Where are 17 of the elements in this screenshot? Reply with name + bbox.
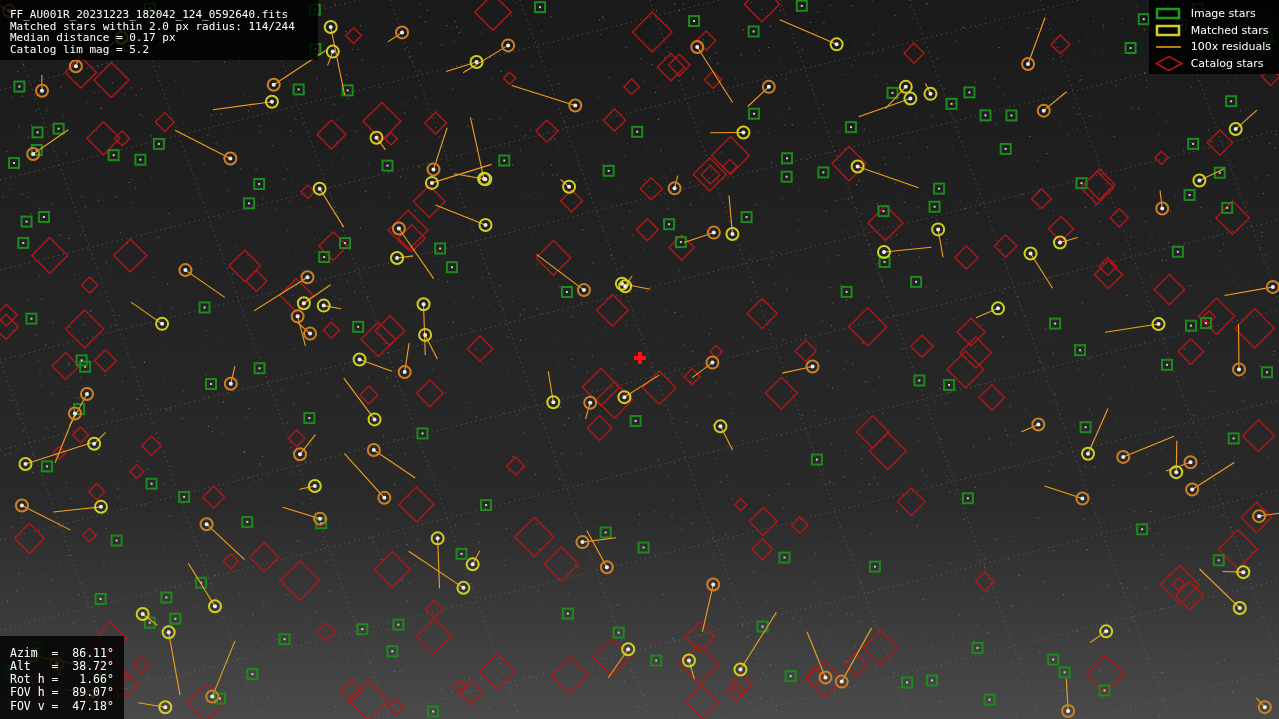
pointing-text: FOV h = 89.07°: [10, 686, 114, 700]
legend-label: Matched stars: [1190, 23, 1269, 37]
info-text: Catalog lim mag = 5.2: [10, 43, 151, 55]
pointing-text: Rot h = 1.66°: [10, 673, 114, 687]
matched-marker-icon: [1154, 22, 1183, 38]
legend-label: Catalog stars: [1190, 56, 1264, 70]
pointing-text: Azim = 86.11°: [10, 646, 114, 660]
info-text: Median distance = 0.17 px: [10, 32, 176, 44]
line-icon: [1154, 45, 1183, 48]
pointing-text: Alt = 38.72°: [10, 659, 114, 673]
info-text: Matched stars within 2.0 px radius: 114/244: [10, 20, 296, 32]
square-marker-icon: [1154, 6, 1183, 22]
legend-label: 100x residuals: [1190, 40, 1271, 54]
info-text: FF_AU001R_20231223_182042_124_0592640.fits: [10, 9, 290, 21]
legend-label: Image stars: [1190, 7, 1256, 21]
diamond-icon: [1154, 55, 1183, 71]
pointing-text: FOV v = 47.18°: [10, 699, 114, 713]
